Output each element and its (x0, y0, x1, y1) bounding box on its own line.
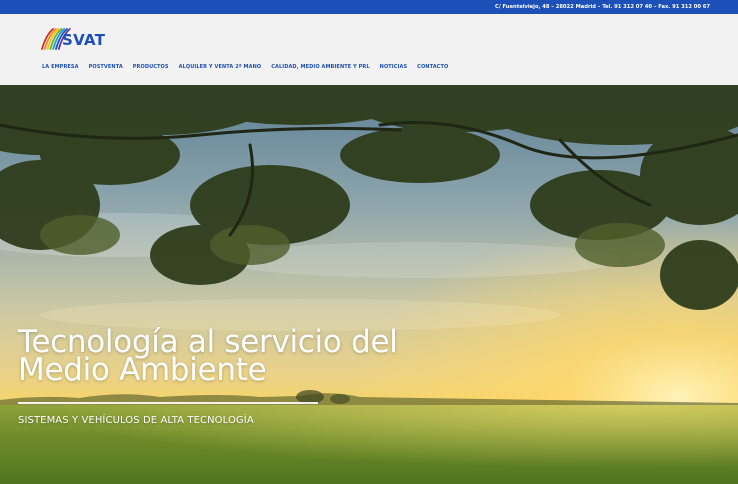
nav-alquiler-venta[interactable]: ALQUILER Y VENTA 2ª MANO (179, 64, 262, 70)
site-header: SVAT LA EMPRESA POSTVENTA PRODUCTOS ALQU… (0, 14, 738, 85)
nav-noticias[interactable]: NOTICIAS (380, 64, 408, 70)
logo-text[interactable]: SVAT (62, 33, 105, 48)
main-nav: LA EMPRESA POSTVENTA PRODUCTOS ALQUILER … (42, 64, 448, 70)
nav-calidad[interactable]: CALIDAD, MEDIO AMBIENTE Y PRL (271, 64, 369, 70)
nav-la-empresa[interactable]: LA EMPRESA (42, 64, 79, 70)
hero-title: Tecnología al servicio del Medio Ambient… (18, 327, 448, 388)
hero-subtitle: SISTEMAS Y VEHÍCULOS DE ALTA TECNOLOGÍA (18, 415, 254, 426)
contact-info: C/ Fuentelviejo, 48 – 28022 Madrid – Tel… (495, 4, 710, 10)
hero-banner: Tecnología al servicio del Medio Ambient… (0, 85, 738, 484)
nav-postventa[interactable]: POSTVENTA (89, 64, 123, 70)
nav-contacto[interactable]: CONTACTO (417, 64, 448, 70)
top-contact-bar: C/ Fuentelviejo, 48 – 28022 Madrid – Tel… (0, 0, 738, 14)
hero-title-line-2: Medio Ambiente (18, 352, 267, 388)
nav-productos[interactable]: PRODUCTOS (133, 64, 169, 70)
hero-divider (18, 402, 318, 404)
